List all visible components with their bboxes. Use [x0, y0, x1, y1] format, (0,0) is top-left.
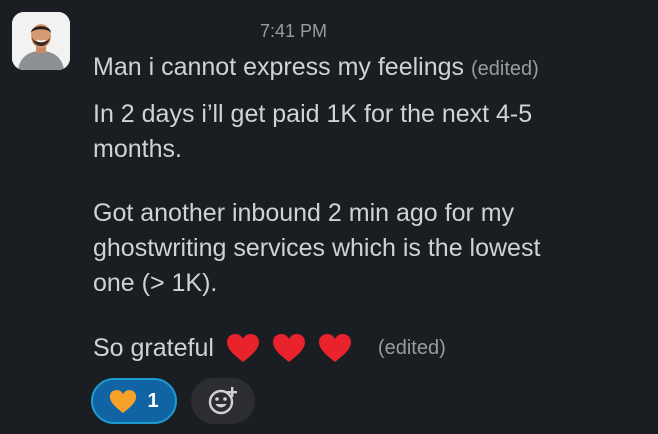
message-text: Man i cannot express my feelings: [93, 53, 465, 81]
message-line-1: Man i cannot express my feelings (edited…: [93, 52, 539, 84]
avatar-photo: [12, 12, 70, 70]
add-reaction-button[interactable]: [191, 378, 255, 424]
reactions-bar: 1: [91, 378, 255, 424]
orange-heart-icon: [110, 389, 137, 413]
timestamp[interactable]: 7:41 PM: [260, 20, 327, 42]
message-line-5: ghostwriting services which is the lowes…: [93, 234, 541, 262]
message-line-7: So grateful (edited): [93, 333, 446, 363]
reaction-orange-heart[interactable]: 1: [91, 378, 177, 424]
reaction-count: 1: [147, 389, 159, 412]
message-line-2: In 2 days i’ll get paid 1K for the next …: [93, 100, 533, 128]
message: 7:41 PM Man i cannot express my feelings…: [0, 0, 658, 434]
edited-label: (edited): [470, 58, 539, 80]
message-line-3: months.: [93, 135, 182, 163]
add-reaction-icon: [208, 387, 237, 415]
hearts-group: [226, 333, 352, 363]
red-heart-icon: [226, 334, 259, 362]
red-heart-icon: [318, 334, 351, 362]
message-text: So grateful: [93, 334, 214, 362]
message-line-6: one (> 1K).: [93, 269, 218, 297]
avatar[interactable]: [12, 12, 70, 70]
message-line-4: Got another inbound 2 min ago for my: [93, 199, 515, 227]
red-heart-icon: [272, 334, 305, 362]
edited-label: (edited): [377, 337, 446, 359]
